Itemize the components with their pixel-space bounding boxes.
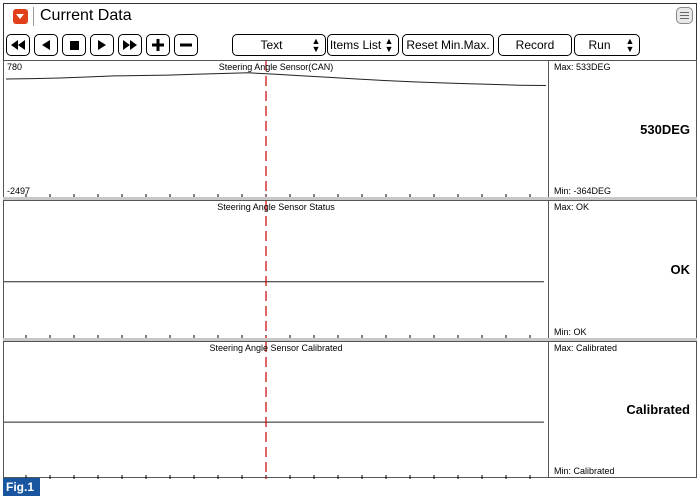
graph-title: Steering Angle Sensor(CAN) bbox=[218, 62, 334, 72]
min-value: Min: OK bbox=[554, 327, 587, 337]
max-value: Max: 533DEG bbox=[554, 62, 611, 72]
rewind-icon bbox=[11, 40, 25, 50]
rewind-button[interactable] bbox=[6, 34, 30, 56]
window-title: Current Data bbox=[40, 7, 132, 24]
run-label: Run bbox=[588, 38, 611, 52]
graph-area[interactable]: Steering Angle Sensor Status bbox=[4, 201, 549, 339]
value-sidebar: Max: OK OK Min: OK bbox=[550, 201, 696, 338]
record-label: Record bbox=[515, 38, 555, 52]
view-mode-select[interactable]: Text ▲ ▼ bbox=[232, 34, 326, 56]
run-select[interactable]: Run ▲ ▼ bbox=[574, 34, 640, 56]
figure-label: Fig.1 bbox=[3, 478, 40, 496]
fast-forward-button[interactable] bbox=[118, 34, 142, 56]
step-back-button[interactable] bbox=[34, 34, 58, 56]
series-line bbox=[5, 72, 547, 86]
current-value: Calibrated bbox=[626, 402, 690, 417]
max-value: Max: OK bbox=[554, 202, 590, 212]
zoom-in-button[interactable] bbox=[146, 34, 170, 56]
graph-title: Steering Angle Sensor Calibrated bbox=[209, 343, 343, 353]
stop-button[interactable] bbox=[62, 34, 86, 56]
step-back-icon bbox=[42, 40, 50, 50]
updown-arrow-icon: ▲ ▼ bbox=[311, 36, 321, 54]
toolbar: Text ▲ ▼ Items List ▲ ▼ Reset Min.Max. Rec… bbox=[3, 29, 697, 60]
items-list-select[interactable]: Items List ▲ ▼ bbox=[327, 34, 399, 56]
graph-area[interactable]: Steering Angle Sensor Calibrated bbox=[4, 342, 549, 479]
y-axis-max-label: 780 bbox=[7, 62, 23, 72]
state-chart bbox=[4, 201, 544, 339]
record-button[interactable]: Record bbox=[498, 34, 572, 56]
play-button[interactable] bbox=[90, 34, 114, 56]
graph-panel-sensor-calibrated: Steering Angle Sensor Calibrated Max: Ca… bbox=[3, 341, 697, 479]
view-mode-label: Text bbox=[260, 38, 283, 52]
reset-minmax-label: Reset Min.Max. bbox=[406, 38, 490, 52]
value-sidebar: Max: Calibrated Calibrated Min: Calibrat… bbox=[550, 342, 696, 477]
fast-forward-icon bbox=[123, 40, 137, 50]
stop-icon bbox=[69, 40, 79, 50]
zoom-out-icon bbox=[180, 43, 192, 47]
max-value: Max: Calibrated bbox=[554, 343, 618, 353]
updown-arrow-icon: ▲ ▼ bbox=[625, 36, 635, 54]
value-sidebar: Max: 533DEG 530DEG Min: -364DEG bbox=[550, 61, 696, 197]
graph-area[interactable]: Steering Angle Sensor(CAN) 780 -2497 bbox=[4, 61, 549, 198]
current-value: 530DEG bbox=[640, 122, 690, 137]
state-chart bbox=[4, 342, 544, 479]
zoom-out-button[interactable] bbox=[174, 34, 198, 56]
y-axis-min-label: -2497 bbox=[7, 186, 31, 196]
graph-title: Steering Angle Sensor Status bbox=[217, 202, 335, 212]
menu-icon[interactable] bbox=[676, 7, 693, 24]
graph-panel-steering-angle: Steering Angle Sensor(CAN) 780 -2497 Max… bbox=[3, 60, 697, 198]
line-chart bbox=[5, 61, 547, 198]
current-value: OK bbox=[670, 262, 691, 277]
reset-minmax-button[interactable]: Reset Min.Max. bbox=[402, 34, 494, 56]
zoom-in-icon bbox=[152, 39, 164, 51]
updown-arrow-icon: ▲ ▼ bbox=[384, 36, 394, 54]
play-icon bbox=[98, 40, 106, 50]
items-list-label: Items List bbox=[329, 38, 382, 52]
min-value: Min: -364DEG bbox=[554, 186, 612, 196]
graph-panel-sensor-status: Steering Angle Sensor Status Max: OK OK … bbox=[3, 200, 697, 339]
dropdown-arrow-icon[interactable] bbox=[13, 9, 28, 24]
min-value: Min: Calibrated bbox=[554, 466, 615, 476]
title-bar: Current Data bbox=[3, 3, 697, 29]
title-separator bbox=[33, 7, 34, 26]
